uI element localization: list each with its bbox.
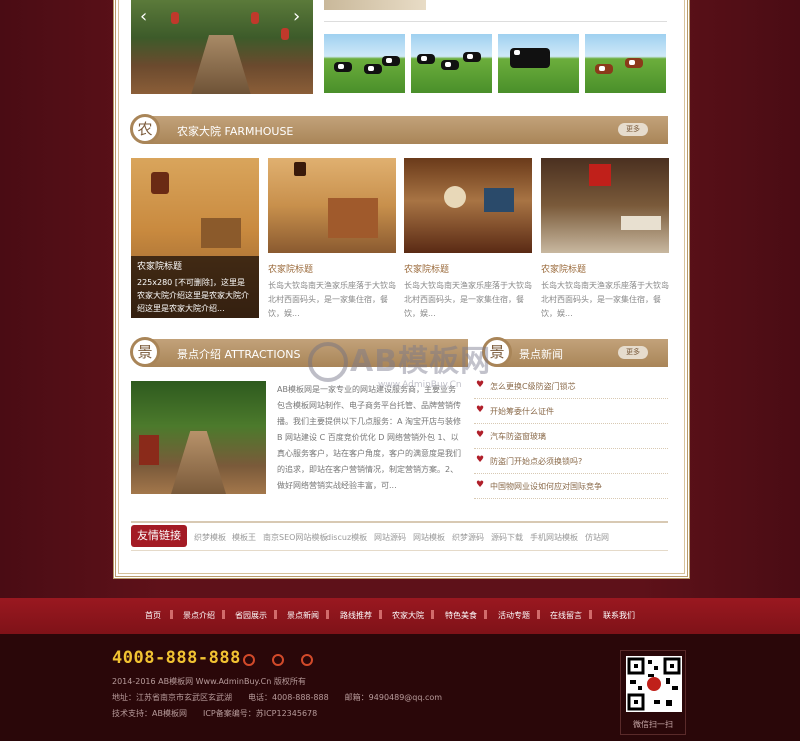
- slider-prev-icon[interactable]: ‹: [140, 6, 147, 27]
- section-header-news: 景 景点新闻 更多: [482, 337, 668, 367]
- friend-links-label: 友情链接: [131, 525, 187, 547]
- farmhouse-card[interactable]: 农家院标题 长岛大钦岛南天渔家乐座落于大钦岛北村西面码头，是一家集住宿，餐饮，娱…: [404, 158, 532, 321]
- nav-item[interactable]: 活动专题: [498, 610, 530, 621]
- list-item[interactable]: ♥ 开始筹委什么证件: [474, 399, 668, 424]
- paw-icon[interactable]: [301, 654, 314, 666]
- friend-link[interactable]: 网站源码: [374, 532, 406, 543]
- farmhouse-card[interactable]: 农家院标题 长岛大钦岛南天渔家乐座落于大钦岛北村西面码头，是一家集住宿，餐饮，娱…: [268, 158, 396, 321]
- section-title: 景点新闻: [519, 348, 563, 361]
- friend-link[interactable]: 模板王: [232, 532, 256, 543]
- nav-item[interactable]: 农家大院: [392, 610, 424, 621]
- friend-link[interactable]: 织梦源码: [452, 532, 484, 543]
- nav-item[interactable]: 景点新闻: [287, 610, 319, 621]
- divider: [324, 21, 667, 22]
- card-title[interactable]: 农家院标题: [404, 262, 532, 275]
- list-item[interactable]: ♥ 防盗门开始点必须换锁吗?: [474, 449, 668, 474]
- friend-link[interactable]: 南京SEO网站模板: [263, 532, 327, 543]
- contact-info: 地址：江苏省南京市玄武区玄武湖 电话：4008-888-888 邮箱：94904…: [112, 693, 443, 702]
- card-image[interactable]: [541, 158, 669, 253]
- gallery-image[interactable]: [411, 34, 492, 93]
- heart-icon: ♥: [476, 480, 485, 490]
- friend-link[interactable]: 源码下载: [491, 532, 523, 543]
- footer: 4008-888-888 2014-2016 AB模板网 Www.AdminBu…: [0, 634, 800, 741]
- card-desc: 长岛大钦岛南天渔家乐座落于大钦岛北村西面码头，是一家集住宿，餐饮，娱...: [268, 281, 396, 318]
- card-desc: 长岛大钦岛南天渔家乐座落于大钦岛北村西面码头，是一家集住宿，餐饮，娱...: [541, 281, 669, 318]
- news-title[interactable]: 开始筹委什么证件: [490, 406, 554, 417]
- card-image[interactable]: [404, 158, 532, 253]
- gallery-image[interactable]: [324, 34, 405, 93]
- feature-overlay: 农家院标题 225x280 [不可删除]，这里是农家大院介绍这里是农家大院介绍这…: [131, 256, 259, 318]
- friend-link[interactable]: 织梦模板: [194, 532, 226, 543]
- section-badge: 农: [130, 114, 160, 144]
- nav-item[interactable]: 路线推荐: [340, 610, 372, 621]
- heart-icon: ♥: [476, 405, 485, 415]
- nav-item[interactable]: 在线留言: [550, 610, 582, 621]
- copyright: 2014-2016 AB模板网 Www.AdminBuy.Cn 版权所有: [112, 677, 306, 686]
- more-button[interactable]: 更多: [618, 123, 648, 136]
- feature-desc: 225x280 [不可删除]，这里是农家大院介绍这里是农家大院介绍这里是农家大院…: [137, 278, 249, 313]
- friend-links: 友情链接 织梦模板 模板王 南京SEO网站模板 discuz模板 网站源码 网站…: [131, 521, 668, 551]
- footer-icons: [243, 654, 327, 669]
- section-header-farmhouse: 农 农家大院 FARMHOUSE 更多: [130, 114, 668, 144]
- support-info: 技术支持：AB模板网 ICP备案编号：苏ICP12345678: [112, 709, 318, 718]
- weibo-icon[interactable]: [243, 654, 255, 666]
- nav-item[interactable]: 联系我们: [603, 610, 635, 621]
- gallery-image[interactable]: [498, 34, 579, 93]
- slider-next-icon[interactable]: ›: [293, 6, 300, 27]
- news-title[interactable]: 中国物网业设如何应对国际竞争: [490, 481, 602, 492]
- qr-code: 微信扫一扫: [620, 650, 686, 735]
- farmhouse-card[interactable]: 农家院标题 长岛大钦岛南天渔家乐座落于大钦岛北村西面码头，是一家集住宿，餐饮，娱…: [541, 158, 669, 321]
- news-thumb[interactable]: [324, 0, 426, 10]
- watermark: AB模板网 www.AdminBuy.Cn: [308, 332, 508, 402]
- friend-link[interactable]: 网站模板: [413, 532, 445, 543]
- card-title[interactable]: 农家院标题: [541, 262, 669, 275]
- nav-item[interactable]: 特色美食: [445, 610, 477, 621]
- more-button[interactable]: 更多: [618, 346, 648, 359]
- feature-title: 农家院标题: [137, 262, 183, 272]
- feature-card[interactable]: 农家院标题 225x280 [不可删除]，这里是农家大院介绍这里是农家大院介绍这…: [131, 158, 259, 318]
- friend-link[interactable]: 手机网站模板: [530, 532, 578, 543]
- friend-link[interactable]: discuz模板: [326, 532, 367, 543]
- friend-link[interactable]: 仿站网: [585, 532, 609, 543]
- attraction-image[interactable]: [131, 381, 266, 494]
- heart-icon: ♥: [476, 430, 485, 440]
- qr-caption: 微信扫一扫: [633, 720, 673, 729]
- nav-item[interactable]: 景点介绍: [183, 610, 215, 621]
- gallery-image[interactable]: [585, 34, 666, 93]
- hotline: 4008-888-888: [112, 648, 241, 668]
- card-title[interactable]: 农家院标题: [268, 262, 396, 275]
- qr-image: [626, 656, 682, 712]
- footer-nav: 首页 景点介绍 省园展示 景点新闻 路线推荐 农家大院 特色美食 活动专题 在线…: [0, 598, 800, 634]
- image-slider[interactable]: ‹ ›: [131, 0, 313, 94]
- watermark-logo-icon: [308, 342, 348, 382]
- nav-item[interactable]: 省园展示: [235, 610, 267, 621]
- section-badge: 景: [130, 337, 160, 367]
- section-title: 农家大院 FARMHOUSE: [177, 125, 294, 138]
- list-item[interactable]: ♥ 汽车防盗窗玻璃: [474, 424, 668, 449]
- card-image[interactable]: [268, 158, 396, 253]
- list-item[interactable]: ♥ 中国物网业设如何应对国际竞争: [474, 474, 668, 499]
- news-title[interactable]: 汽车防盗窗玻璃: [490, 431, 546, 442]
- news-title[interactable]: 防盗门开始点必须换锁吗?: [490, 456, 582, 467]
- card-desc: 长岛大钦岛南天渔家乐座落于大钦岛北村西面码头，是一家集住宿，餐饮，娱...: [404, 281, 532, 318]
- section-title: 景点介绍 ATTRACTIONS: [177, 348, 301, 361]
- heart-icon: ♥: [476, 455, 485, 465]
- share-icon[interactable]: [272, 654, 285, 666]
- nav-item[interactable]: 首页: [145, 610, 161, 621]
